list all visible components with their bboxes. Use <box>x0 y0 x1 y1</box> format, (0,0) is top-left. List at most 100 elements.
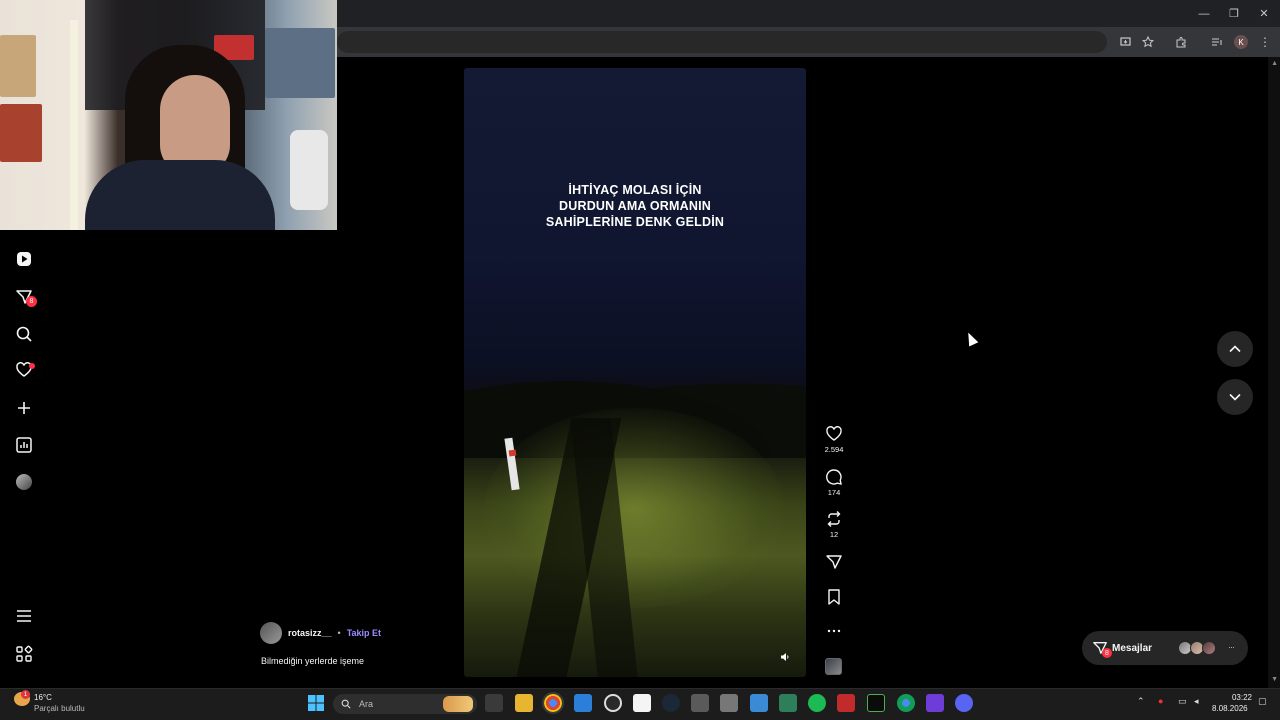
bookmark-icon <box>828 589 840 605</box>
file-explorer-icon[interactable] <box>515 694 533 712</box>
taskbar-search[interactable]: Ara <box>333 694 477 714</box>
weather-condition[interactable]: Parçalı bulutlu <box>34 704 85 713</box>
search-placeholder: Ara <box>359 699 374 709</box>
messages-drawer-button[interactable]: 8 Mesajlar ··· <box>1082 631 1248 665</box>
webcam-person <box>85 160 275 230</box>
reel-video[interactable]: İHTİYAÇ MOLASI İÇİN DURDUN AMA ORMANIN S… <box>464 68 806 677</box>
weather-badge: 1 <box>21 690 30 699</box>
overlay-line: SAHİPLERİNE DENK GELDİN <box>545 215 725 229</box>
extensions-icon[interactable] <box>1172 33 1190 51</box>
nav-notifications-heart-icon[interactable] <box>10 356 38 384</box>
snipping-tool-icon[interactable] <box>750 694 768 712</box>
webcam-overlay <box>0 0 337 230</box>
save-button[interactable] <box>820 588 848 606</box>
webcam-poster <box>0 35 36 97</box>
chrome-icon[interactable] <box>542 692 564 714</box>
nav-create-plus-icon[interactable] <box>10 394 38 422</box>
repost-icon <box>827 511 841 527</box>
search-icon <box>341 699 351 709</box>
messages-more-icon[interactable]: ··· <box>1228 642 1235 652</box>
nav-reels-icon[interactable] <box>10 245 38 273</box>
author-avatar[interactable] <box>260 622 282 644</box>
calculator-icon[interactable] <box>691 694 709 712</box>
microphone-icon[interactable]: ● <box>1158 696 1163 706</box>
profile-avatar[interactable]: K <box>1234 35 1248 49</box>
share-send-icon <box>826 555 842 569</box>
clock-date[interactable]: 8.08.2026 <box>1212 704 1248 713</box>
app-icon[interactable] <box>633 694 651 712</box>
webcam-light <box>70 20 78 230</box>
notifications-dot-badge <box>29 363 35 369</box>
screen: — ❐ ✕ K ⋮ ▲ ▼ 8 İHTİYAÇ MOLASI İÇİN DURD… <box>0 0 1280 720</box>
discord-icon[interactable] <box>955 694 973 712</box>
obs-icon[interactable] <box>604 694 622 712</box>
heart-icon <box>826 426 842 441</box>
scrollbar[interactable] <box>1268 57 1280 688</box>
address-bar[interactable] <box>337 31 1107 53</box>
scroll-down-arrow-icon[interactable]: ▼ <box>1271 676 1278 683</box>
message-contact-avatar[interactable] <box>1202 641 1216 655</box>
overlay-line: İHTİYAÇ MOLASI İÇİN <box>568 183 702 197</box>
spotify-icon[interactable] <box>808 694 826 712</box>
chevron-up-icon <box>1229 345 1241 353</box>
notepad-icon[interactable] <box>779 694 797 712</box>
weather-temperature[interactable]: 16°C <box>34 693 52 702</box>
chrome-profile-icon[interactable] <box>897 694 915 712</box>
messages-notification-badge: 8 <box>26 296 37 307</box>
follow-button[interactable]: Takip Et <box>347 628 381 638</box>
browser-menu-icon[interactable]: ⋮ <box>1256 33 1274 51</box>
repost-button[interactable]: 12 <box>820 510 848 539</box>
video-grass-light <box>484 408 784 608</box>
webcam-microphone <box>290 130 328 210</box>
share-button[interactable] <box>820 553 848 571</box>
author-username[interactable]: rotasizz__ <box>288 628 332 638</box>
steam-icon[interactable] <box>662 694 680 712</box>
notification-center-icon[interactable]: ▢ <box>1258 696 1267 707</box>
chevron-down-icon <box>1229 393 1241 401</box>
next-reel-button[interactable] <box>1217 379 1253 415</box>
comment-count: 174 <box>827 488 841 497</box>
clock-time[interactable]: 03:22 <box>1226 693 1252 702</box>
nav-search-icon[interactable] <box>10 320 38 348</box>
close-button[interactable]: ✕ <box>1248 0 1280 27</box>
audio-track-thumbnail[interactable] <box>825 658 842 675</box>
messages-label: Mesajlar <box>1112 642 1153 654</box>
volume-tray-icon[interactable]: ◂ <box>1194 696 1199 707</box>
previous-reel-button[interactable] <box>1217 331 1253 367</box>
mail-icon[interactable] <box>574 694 592 712</box>
nav-apps-grid-icon[interactable] <box>10 640 38 668</box>
more-dots-icon <box>827 629 841 633</box>
repost-count: 12 <box>829 530 839 539</box>
app-icon[interactable] <box>837 694 855 712</box>
media-controls-icon[interactable] <box>1208 33 1226 51</box>
search-highlight-image <box>443 696 473 712</box>
like-button[interactable]: 2.594 <box>820 425 848 454</box>
bookmark-star-icon[interactable] <box>1139 33 1157 51</box>
volume-icon[interactable] <box>778 650 792 664</box>
author-row: rotasizz__ • Takip Et <box>260 622 381 644</box>
comment-bubble-icon <box>826 469 842 485</box>
overlay-line: DURDUN AMA ORMANIN <box>559 199 711 213</box>
start-button[interactable] <box>307 694 325 712</box>
maximize-button[interactable]: ❐ <box>1218 0 1250 27</box>
comment-button[interactable]: 174 <box>820 468 848 497</box>
terminal-icon[interactable] <box>867 694 885 712</box>
author-separator: • <box>337 628 341 638</box>
more-options-button[interactable] <box>820 622 848 640</box>
app-icon[interactable] <box>926 694 944 712</box>
task-view-icon[interactable] <box>485 694 503 712</box>
scroll-up-arrow-icon[interactable]: ▲ <box>1271 60 1278 67</box>
tray-overflow-chevron-icon[interactable]: ⌃ <box>1137 696 1145 707</box>
post-caption: Bilmediğin yerlerde işeme <box>261 656 365 666</box>
nav-insights-chart-icon[interactable] <box>10 431 38 459</box>
minimize-button[interactable]: — <box>1188 0 1220 27</box>
install-app-icon[interactable] <box>1117 33 1135 51</box>
app-icon[interactable] <box>720 694 738 712</box>
webcam-poster <box>265 28 335 98</box>
nav-profile-avatar[interactable] <box>10 468 38 496</box>
network-icon[interactable]: ▭ <box>1178 696 1187 707</box>
video-caption-overlay: İHTİYAÇ MOLASI İÇİN DURDUN AMA ORMANIN S… <box>464 182 806 230</box>
nav-more-menu-icon[interactable] <box>10 602 38 630</box>
windows-logo-icon <box>308 695 324 711</box>
video-road-post-reflector <box>508 449 517 457</box>
